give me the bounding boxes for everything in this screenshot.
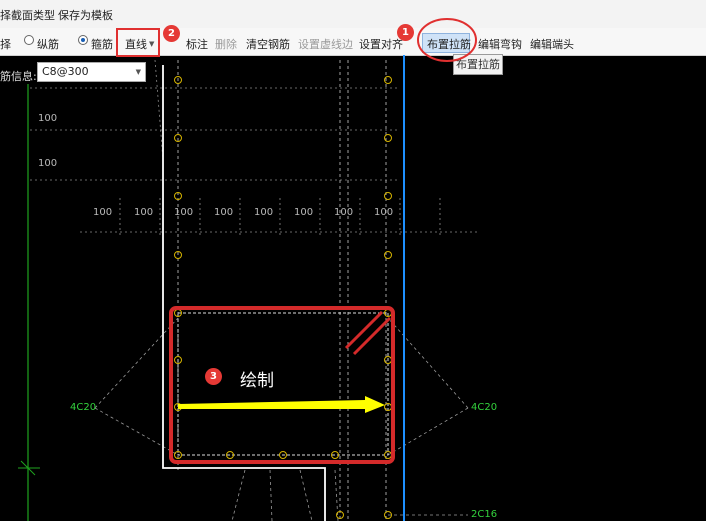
rebar-label-right: 4C20 [471,402,498,413]
rebar-nodes [174,76,392,519]
annotation-box-line-mode [116,28,160,57]
dim-label: 100 [294,207,314,218]
dim-label: 100 [93,207,113,218]
annotation-ellipse [417,18,477,62]
rebar-label-left: 4C20 [70,402,97,413]
section-outline [162,65,326,521]
annotation-box-draw-area [169,306,395,464]
step-badge-1: 1 [397,24,414,41]
step-badge-2: 2 [163,25,180,42]
dim-label: 100 [254,207,274,218]
dim-label: 100 [134,207,154,218]
dim-label: 100 [174,207,194,218]
dim-label: 100 [334,207,354,218]
step-badge-3: 3 [205,368,222,385]
rebar-label-bottom: 2C16 [471,509,498,520]
dim-label: 100 [214,207,234,218]
dim-label: 100 [38,158,58,169]
yellow-arrow [178,396,385,413]
guide-diagonals [94,317,469,521]
cad-canvas[interactable] [0,0,706,521]
dim-label: 100 [374,207,394,218]
draw-instruction-text: 绘制 [240,371,274,391]
dim-label: 100 [38,113,58,124]
